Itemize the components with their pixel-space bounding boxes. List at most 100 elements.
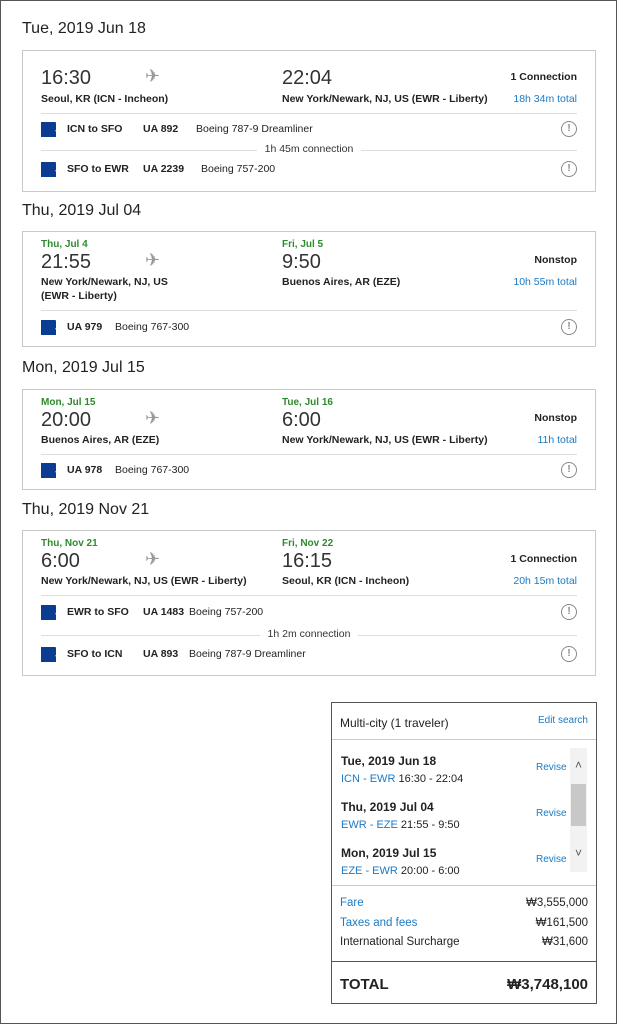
summary-trip-route: EWR - EZE 21:55 - 9:50 — [341, 819, 460, 831]
arrival-time: 22:04 — [282, 67, 333, 89]
connection-count: Nonstop — [534, 254, 577, 266]
segment-flight: UA 892 — [143, 123, 179, 135]
revise-link[interactable]: Revise — [536, 808, 567, 819]
arrival-place: Seoul, KR (ICN - Incheon) — [282, 575, 410, 587]
arrival-place: Buenos Aires, AR (EZE) — [282, 276, 401, 288]
info-icon[interactable]: ! — [561, 462, 577, 478]
total-value: ₩3,748,100 — [507, 976, 588, 993]
departure-date: Thu, Jul 4 — [41, 239, 88, 250]
segment-route: EWR to SFO — [67, 606, 129, 618]
trip-card[interactable]: 16:30 ✈ 22:04 1 Connection Seoul, KR (IC… — [22, 50, 596, 192]
trip-card[interactable]: Thu, Nov 21 Fri, Nov 22 6:00 ✈ 16:15 1 C… — [22, 530, 596, 676]
info-icon[interactable]: ! — [561, 319, 577, 335]
info-icon[interactable]: ! — [561, 646, 577, 662]
united-logo-icon — [41, 162, 56, 177]
taxes-row: Taxes and fees ₩161,500 — [340, 917, 588, 929]
trip-date-heading: Mon, 2019 Jul 15 — [22, 359, 145, 376]
plane-icon: ✈ — [145, 66, 161, 86]
trip-duration: 20h 15m total — [513, 575, 577, 587]
fare-row: Fare ₩3,555,000 — [340, 897, 588, 909]
summary-trip-date: Mon, 2019 Jul 15 — [341, 846, 437, 860]
revise-link[interactable]: Revise — [536, 762, 567, 773]
united-logo-icon — [41, 647, 56, 662]
total-label: TOTAL — [340, 976, 389, 993]
segment-route: ICN to SFO — [67, 123, 123, 135]
summary-trip-route: EZE - EWR 20:00 - 6:00 — [341, 865, 460, 877]
departure-time: 20:00 — [41, 409, 92, 431]
arrival-time: 6:00 — [282, 409, 321, 431]
trip-date-heading: Tue, 2019 Jun 18 — [22, 20, 146, 37]
chevron-up-icon[interactable]: ˄ — [570, 758, 587, 772]
arrival-date: Fri, Jul 5 — [282, 239, 324, 250]
trip-card[interactable]: Mon, Jul 15 Tue, Jul 16 20:00 ✈ 6:00 Non… — [22, 389, 596, 490]
surcharge-label: International Surcharge — [340, 936, 460, 948]
info-icon[interactable]: ! — [561, 604, 577, 620]
scrollbar-thumb[interactable] — [571, 784, 586, 826]
surcharge-value: ₩31,600 — [541, 936, 588, 948]
arrival-place: New York/Newark, NJ, US (EWR - Liberty) — [282, 434, 488, 446]
arrival-time: 16:15 — [282, 550, 333, 572]
trip-duration: 11h total — [537, 434, 577, 446]
departure-time: 16:30 — [41, 67, 92, 89]
segment-route: SFO to ICN — [67, 648, 123, 660]
united-logo-icon — [41, 605, 56, 620]
summary-trip-date: Thu, 2019 Jul 04 — [341, 800, 434, 814]
trip-duration: 18h 34m total — [513, 93, 577, 105]
connection-count: 1 Connection — [510, 71, 577, 83]
segment-flight: UA 893 — [143, 648, 179, 660]
segment-flight: UA 2239 — [143, 163, 185, 175]
taxes-label[interactable]: Taxes and fees — [340, 917, 417, 929]
departure-time: 21:55 — [41, 251, 92, 273]
segment-aircraft: Boeing 757-200 — [189, 606, 264, 618]
plane-icon: ✈ — [145, 408, 161, 428]
segment-aircraft: Boeing 767-300 — [115, 321, 190, 333]
surcharge-row: International Surcharge ₩31,600 — [340, 936, 588, 948]
departure-place-airport: (EWR - Liberty) — [41, 290, 117, 302]
segment-aircraft: Boeing 787-9 Dreamliner — [196, 123, 313, 135]
info-icon[interactable]: ! — [561, 121, 577, 137]
arrival-date: Fri, Nov 22 — [282, 538, 334, 549]
departure-place: Buenos Aires, AR (EZE) — [41, 434, 160, 446]
trip-card[interactable]: Thu, Jul 4 Fri, Jul 5 21:55 ✈ 9:50 Nonst… — [22, 231, 596, 347]
chevron-down-icon[interactable]: ˅ — [570, 846, 587, 860]
summary-scrollbar[interactable]: ˄ ˅ — [570, 748, 587, 872]
departure-time: 6:00 — [41, 550, 80, 572]
arrival-date: Tue, Jul 16 — [282, 397, 333, 408]
arrival-time: 9:50 — [282, 251, 321, 273]
edit-search-link[interactable]: Edit search — [538, 715, 588, 726]
united-logo-icon — [41, 122, 56, 137]
arrival-place: New York/Newark, NJ, US (EWR - Liberty) — [282, 93, 488, 105]
revise-link[interactable]: Revise — [536, 854, 567, 865]
departure-place: Seoul, KR (ICN - Incheon) — [41, 93, 169, 105]
info-icon[interactable]: ! — [561, 161, 577, 177]
departure-place: New York/Newark, NJ, US (EWR - Liberty) — [41, 575, 247, 587]
taxes-value: ₩161,500 — [535, 917, 588, 929]
segment-aircraft: Boeing 787-9 Dreamliner — [189, 648, 306, 660]
trip-date-heading: Thu, 2019 Nov 21 — [22, 501, 150, 518]
segment-flight: UA 979 — [67, 321, 103, 333]
segment-flight: UA 1483 — [143, 606, 185, 618]
fare-label[interactable]: Fare — [340, 897, 364, 909]
connection-duration: 1h 45m connection — [41, 143, 577, 155]
summary-trip-date: Tue, 2019 Jun 18 — [341, 754, 437, 768]
trip-date-heading: Thu, 2019 Jul 04 — [22, 202, 142, 219]
trip-duration: 10h 55m total — [513, 276, 577, 288]
connection-count: Nonstop — [534, 412, 577, 424]
fare-value: ₩3,555,000 — [525, 897, 588, 909]
departure-date: Mon, Jul 15 — [41, 397, 96, 408]
departure-place: New York/Newark, NJ, US — [41, 276, 168, 288]
segment-aircraft: Boeing 757-200 — [201, 163, 276, 175]
plane-icon: ✈ — [145, 250, 161, 270]
united-logo-icon — [41, 320, 56, 335]
segment-aircraft: Boeing 767-300 — [115, 464, 190, 476]
connection-duration: 1h 2m connection — [41, 628, 577, 640]
summary-title: Multi-city (1 traveler) — [340, 716, 449, 730]
plane-icon: ✈ — [145, 549, 161, 569]
summary-trip-route: ICN - EWR 16:30 - 22:04 — [341, 773, 464, 785]
connection-count: 1 Connection — [510, 553, 577, 565]
segment-route: SFO to EWR — [67, 163, 129, 175]
trip-summary-panel: Multi-city (1 traveler) Edit search Tue,… — [331, 702, 597, 1004]
departure-date: Thu, Nov 21 — [41, 538, 98, 549]
united-logo-icon — [41, 463, 56, 478]
segment-flight: UA 978 — [67, 464, 103, 476]
